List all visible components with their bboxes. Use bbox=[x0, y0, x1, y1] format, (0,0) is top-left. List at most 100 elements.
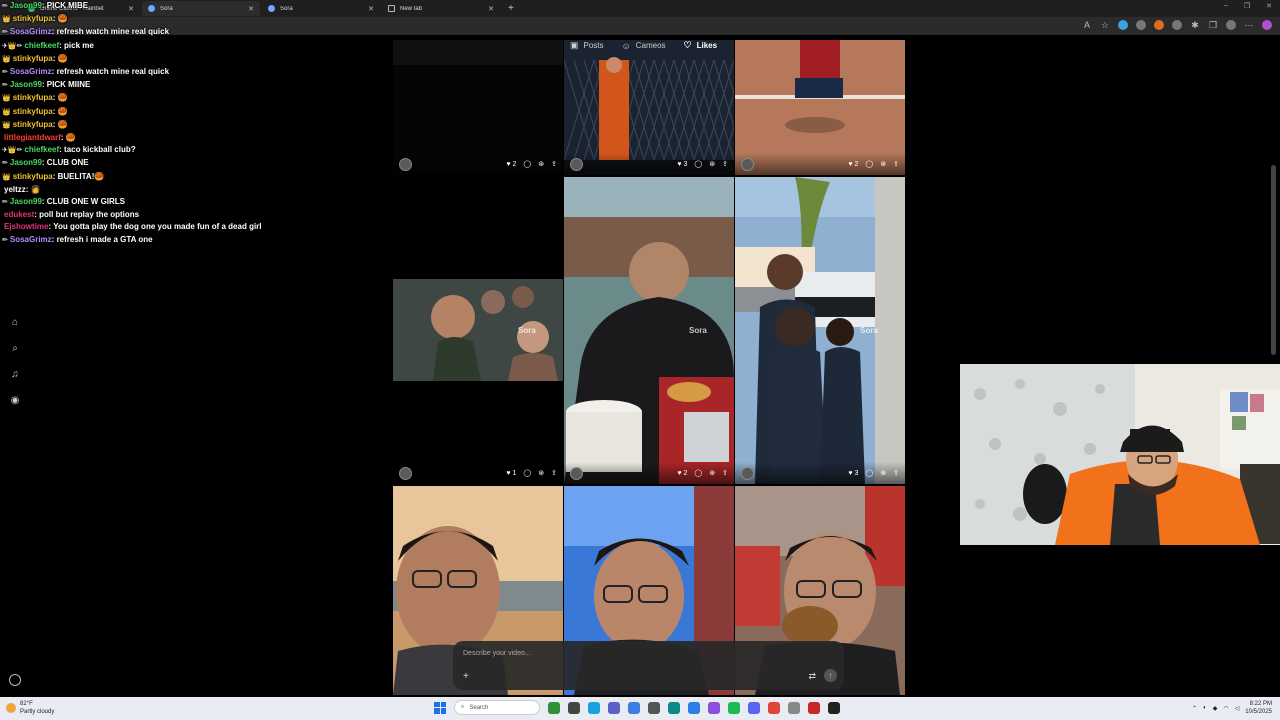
chat-username[interactable]: Jason99 bbox=[10, 80, 42, 89]
copilot-app-icon[interactable] bbox=[588, 701, 600, 714]
chat-username[interactable]: edukest bbox=[4, 210, 34, 219]
comment-icon[interactable]: ◯ bbox=[865, 469, 873, 477]
video-card[interactable]: ♥ 2 ◯ ⊛ ⇪ bbox=[393, 40, 563, 175]
remix-icon[interactable]: ⊛ bbox=[538, 469, 544, 477]
tray-app-icon[interactable]: ◆ bbox=[1213, 705, 1218, 712]
nav-likes[interactable]: ♡ Likes bbox=[684, 40, 718, 51]
edge-icon[interactable] bbox=[668, 701, 680, 714]
chat-username[interactable]: SosaGrimz bbox=[10, 67, 52, 76]
share-icon[interactable]: ⇪ bbox=[722, 160, 728, 168]
maximize-button[interactable]: ❐ bbox=[1244, 2, 1250, 10]
chat-username[interactable]: stinkyfupa bbox=[13, 54, 53, 63]
discord-icon[interactable] bbox=[748, 701, 760, 714]
spotify-icon[interactable] bbox=[728, 701, 740, 714]
extension-icon[interactable] bbox=[1154, 20, 1164, 30]
share-icon[interactable]: ⇪ bbox=[893, 160, 899, 168]
chat-username[interactable]: Jason99 bbox=[10, 1, 42, 10]
settings-icon[interactable] bbox=[9, 674, 21, 686]
share-icon[interactable]: ⇪ bbox=[893, 469, 899, 477]
chat-username[interactable]: yeltzz bbox=[4, 185, 26, 194]
app-icon[interactable] bbox=[548, 701, 560, 714]
like-button[interactable]: ♥ 3 bbox=[848, 470, 858, 477]
extension-icon[interactable] bbox=[1172, 20, 1182, 30]
close-icon[interactable]: ✕ bbox=[488, 5, 494, 13]
chat-username[interactable]: stinkyfupa bbox=[13, 120, 53, 129]
collections-icon[interactable]: ❐ bbox=[1208, 20, 1218, 30]
app-icon[interactable] bbox=[648, 701, 660, 714]
remix-icon[interactable]: ⊛ bbox=[880, 469, 886, 477]
app-icon[interactable] bbox=[708, 701, 720, 714]
new-tab-button[interactable]: + bbox=[508, 3, 514, 14]
windows-start-icon[interactable] bbox=[434, 701, 446, 714]
settings-toggle-icon[interactable]: ⇄ bbox=[808, 671, 816, 682]
chat-username[interactable]: chiefkeef bbox=[24, 41, 59, 50]
home-icon[interactable]: ⌂ bbox=[9, 316, 21, 328]
comment-icon[interactable]: ◯ bbox=[865, 160, 873, 168]
chat-username[interactable]: stinkyfupa bbox=[13, 14, 53, 23]
remix-icon[interactable]: ⊛ bbox=[709, 160, 715, 168]
notification-bell-icon[interactable]: ♫ bbox=[9, 368, 21, 380]
nav-posts[interactable]: ▣ Posts bbox=[570, 40, 604, 51]
store-icon[interactable] bbox=[628, 701, 640, 714]
app-icon[interactable] bbox=[808, 701, 820, 714]
more-menu-icon[interactable]: ⋯ bbox=[1244, 20, 1254, 30]
chat-username[interactable]: littlegiantdwarf bbox=[4, 133, 61, 142]
app-icon[interactable] bbox=[688, 701, 700, 714]
video-card[interactable]: ♥ 3 ◯ ⊛ ⇪ bbox=[564, 40, 734, 175]
avatar[interactable] bbox=[570, 466, 583, 480]
like-button[interactable]: ♥ 2 bbox=[677, 470, 687, 477]
tab-new-tab[interactable]: New tab ✕ bbox=[382, 1, 500, 16]
like-button[interactable]: ♥ 1 bbox=[506, 470, 516, 477]
share-icon[interactable]: ⇪ bbox=[551, 160, 557, 168]
scrollbar-thumb[interactable] bbox=[1271, 165, 1276, 355]
send-button[interactable]: ↑ bbox=[824, 669, 837, 682]
obs-icon[interactable] bbox=[828, 701, 840, 714]
chat-username[interactable]: SosaGrimz bbox=[10, 27, 52, 36]
teams-icon[interactable] bbox=[608, 701, 620, 714]
profile-icon[interactable]: ◉ bbox=[9, 394, 21, 406]
tray-chevron-icon[interactable]: ⌃ bbox=[1192, 705, 1197, 712]
avatar[interactable] bbox=[570, 157, 583, 171]
chat-username[interactable]: stinkyfupa bbox=[13, 172, 53, 181]
avatar[interactable] bbox=[399, 157, 412, 171]
profile-avatar-icon[interactable] bbox=[1226, 20, 1236, 30]
favorite-star-icon[interactable]: ☆ bbox=[1100, 20, 1110, 30]
comment-icon[interactable]: ◯ bbox=[694, 469, 702, 477]
chat-username[interactable]: Jason99 bbox=[10, 158, 42, 167]
like-button[interactable]: ♥ 2 bbox=[506, 161, 516, 168]
read-aloud-icon[interactable]: A bbox=[1082, 20, 1092, 30]
share-icon[interactable]: ⇪ bbox=[551, 469, 557, 477]
extension-icon[interactable] bbox=[1118, 20, 1128, 30]
settings-app-icon[interactable] bbox=[788, 701, 800, 714]
chat-username[interactable]: SosaGrimz bbox=[10, 235, 52, 244]
video-card[interactable]: ♥ 2 ◯ ⊛ ⇪ bbox=[735, 40, 905, 175]
remix-icon[interactable]: ⊛ bbox=[538, 160, 544, 168]
wifi-icon[interactable]: ◠ bbox=[1223, 705, 1228, 712]
share-icon[interactable]: ⇪ bbox=[722, 469, 728, 477]
avatar[interactable] bbox=[741, 466, 754, 480]
avatar[interactable] bbox=[399, 466, 412, 480]
chat-username[interactable]: chiefkeef bbox=[24, 145, 59, 154]
chat-username[interactable]: stinkyfupa bbox=[13, 93, 53, 102]
remix-icon[interactable]: ⊛ bbox=[880, 160, 886, 168]
comment-icon[interactable]: ◯ bbox=[694, 160, 702, 168]
chat-username[interactable]: stinkyfupa bbox=[13, 107, 53, 116]
system-clock[interactable]: 8:22 PM 10/5/2025 bbox=[1245, 700, 1272, 716]
volume-icon[interactable]: ◁ bbox=[1235, 705, 1240, 712]
taskbar-search-input[interactable]: ⌕ Search bbox=[454, 700, 540, 715]
comment-icon[interactable]: ◯ bbox=[523, 469, 531, 477]
task-view-icon[interactable] bbox=[568, 701, 580, 714]
avatar[interactable] bbox=[741, 157, 754, 171]
chat-username[interactable]: Jason99 bbox=[10, 197, 42, 206]
minimize-button[interactable]: – bbox=[1224, 2, 1228, 10]
app-icon[interactable] bbox=[768, 701, 780, 714]
puzzle-icon[interactable]: ✱ bbox=[1190, 20, 1200, 30]
nav-cameos[interactable]: ☺ Cameos bbox=[622, 41, 666, 51]
like-button[interactable]: ♥ 2 bbox=[848, 161, 858, 168]
extension-icon[interactable] bbox=[1136, 20, 1146, 30]
tray-app-icon[interactable]: ◐ bbox=[1203, 705, 1207, 711]
weather-widget[interactable]: 82°F Partly cloudy bbox=[6, 700, 54, 716]
video-card[interactable]: Sora ♥ 3 ◯ ⊛ ⇪ bbox=[735, 177, 905, 484]
comment-icon[interactable]: ◯ bbox=[523, 160, 531, 168]
copilot-icon[interactable] bbox=[1262, 20, 1272, 30]
